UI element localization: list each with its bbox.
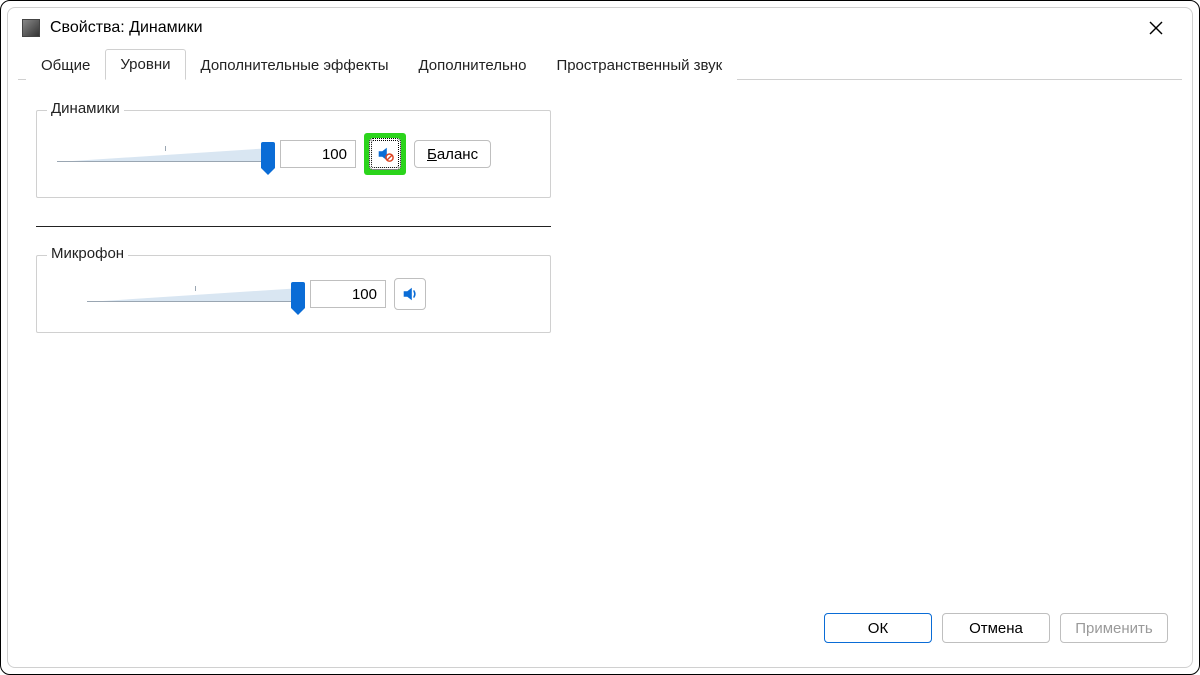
ok-button[interactable]: ОК: [824, 613, 932, 643]
speaker-muted-icon: [376, 145, 394, 163]
titlebar: Свойства: Динамики: [8, 8, 1192, 48]
highlight-box: [364, 133, 406, 175]
close-button[interactable]: [1134, 13, 1178, 43]
levels-panel: Динамики: [18, 80, 1182, 603]
speaker-on-icon: [401, 285, 419, 303]
dialog-buttons: ОК Отмена Применить: [18, 603, 1182, 657]
speakers-mute-toggle[interactable]: [369, 138, 401, 170]
window-icon: [22, 19, 40, 37]
tab-strip: Общие Уровни Дополнительные эффекты Допо…: [18, 48, 1182, 80]
dialog-content: Общие Уровни Дополнительные эффекты Допо…: [8, 48, 1192, 667]
properties-dialog: Свойства: Динамики Общие Уровни Дополнит…: [7, 7, 1193, 668]
apply-button[interactable]: Применить: [1060, 613, 1168, 643]
cancel-button[interactable]: Отмена: [942, 613, 1050, 643]
tab-general[interactable]: Общие: [26, 50, 105, 80]
microphone-value[interactable]: [310, 280, 386, 308]
microphone-slider[interactable]: [87, 282, 302, 306]
speakers-group: Динамики: [36, 110, 551, 198]
window-title: Свойства: Динамики: [50, 19, 1134, 37]
microphone-label: Микрофон: [47, 245, 128, 262]
tab-spatial[interactable]: Пространственный звук: [541, 50, 737, 80]
microphone-row: [57, 278, 530, 310]
tab-levels[interactable]: Уровни: [105, 49, 185, 80]
balance-underline: Б: [427, 146, 437, 163]
microphone-mute-toggle[interactable]: [394, 278, 426, 310]
balance-button[interactable]: Баланс: [414, 140, 491, 168]
divider: [36, 226, 551, 227]
microphone-group: Микрофон: [36, 255, 551, 333]
close-icon: [1149, 21, 1163, 35]
speakers-row: Баланс: [57, 133, 530, 175]
tab-advanced[interactable]: Дополнительно: [403, 50, 541, 80]
speakers-label: Динамики: [47, 100, 124, 117]
balance-rest: аланс: [437, 146, 478, 163]
speakers-value[interactable]: [280, 140, 356, 168]
tab-effects[interactable]: Дополнительные эффекты: [186, 50, 404, 80]
speakers-slider[interactable]: [57, 142, 272, 166]
